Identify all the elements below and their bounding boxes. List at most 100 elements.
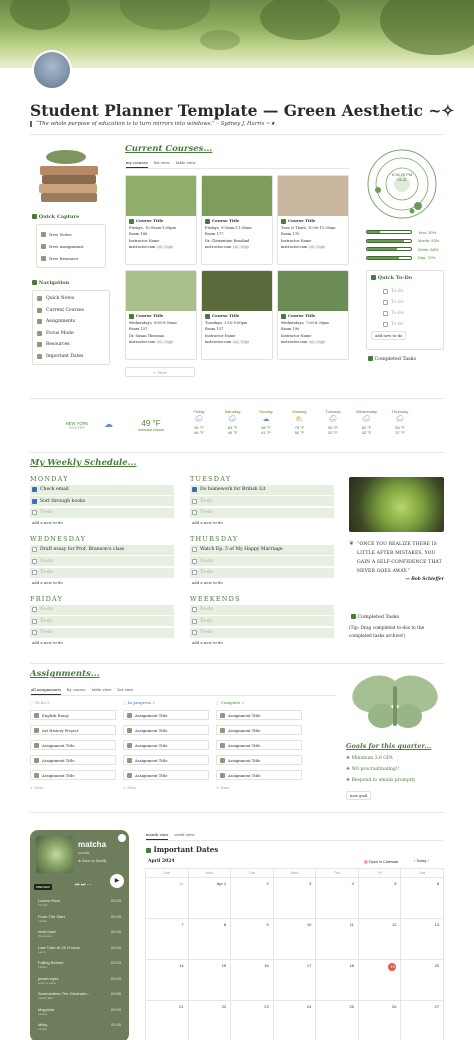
todo-item[interactable]: Do homework for British Lit [190,484,334,495]
assignment-card[interactable]: Art History Project [30,725,116,735]
new-course-button[interactable]: + New [125,367,195,377]
calendar-day[interactable]: 23 [231,1001,274,1040]
todo-item[interactable]: To-do [190,556,334,566]
add-todo-button[interactable]: add a new to-do [190,638,334,647]
add-todo-button[interactable]: add a new to-do [30,518,174,527]
calendar-day[interactable]: 9 [231,919,274,960]
weekly-completed-tasks[interactable]: Completed Tasks [351,614,399,620]
tab-all-assignments[interactable]: all assignments [31,687,61,695]
calendar-day[interactable]: 13 [401,919,445,960]
tab-by-course[interactable]: by course [67,687,86,695]
nav-item[interactable]: Assignments [37,316,105,328]
assignment-card[interactable]: Assignment Title [216,710,302,720]
todo-checkbox[interactable] [32,487,37,492]
assignment-card[interactable]: Assignment Title [30,740,116,750]
calendar-day[interactable]: 10 [273,919,317,960]
course-card[interactable]: Course Title Tues & Thurs, 10:30-11:50am… [277,175,349,265]
track-row[interactable]: Misty Laufey 02:45 [30,1022,129,1038]
calendar-day[interactable]: 22 [189,1001,232,1040]
add-todo-button[interactable]: add a new to-do [30,578,174,587]
calendar-day[interactable]: 25 [316,1001,359,1040]
assignment-card[interactable]: Assignment Title [123,755,209,765]
calendar-day[interactable]: 7 [146,919,189,960]
completed-tasks-link[interactable]: Completed Tasks [368,356,416,362]
new-assignment-button[interactable]: + New [216,785,302,790]
todo-checkbox[interactable] [32,570,37,575]
calendar-day[interactable]: 12 [358,919,402,960]
tab-month-view[interactable]: month view [146,832,169,840]
todo-item[interactable]: To-do [30,567,174,578]
calendar-day[interactable]: 3 [273,878,317,919]
todo-item[interactable]: To-do [371,319,439,330]
track-row[interactable]: Summertime The Gershwin... Laufey Ella 03:… [30,991,129,1007]
assignment-card[interactable]: Assignment Title [216,725,302,735]
course-email[interactable]: instructor.com ca/...logo [129,339,193,346]
save-on-spotify[interactable]: ⊕ Save on Spotify [78,859,106,863]
assignment-card[interactable]: Assignment Title [216,755,302,765]
calendar-day[interactable]: 31 [146,878,189,919]
new-assignment-button[interactable]: New Assignment [41,240,101,252]
nav-item[interactable]: Resources [37,339,105,351]
todo-item[interactable]: To-do [30,604,174,615]
todo-item[interactable]: To-do [30,556,174,566]
calendar-day[interactable]: 21 [146,1001,189,1040]
calendar-day[interactable]: 26 [359,1001,402,1040]
calendar-nav[interactable]: ‹ Today › [414,859,429,863]
todo-item[interactable]: To-do [30,616,174,626]
add-todo-button[interactable]: add a new to-do [190,518,334,527]
assignment-card[interactable]: Assignment Title [216,770,302,780]
course-card[interactable]: Course Title Tuesdays, 2:10-5:00pm Room … [201,270,273,360]
track-row[interactable]: Magnolia Laufey 03:09 [30,1007,129,1023]
tab-week-view[interactable]: week view [174,832,194,840]
todo-checkbox[interactable] [192,630,197,635]
new-goal-button[interactable]: new goal [346,791,372,800]
new-assignment-button[interactable]: + New [123,785,209,790]
new-assignment-button[interactable]: + New [30,785,116,790]
todo-checkbox[interactable] [32,498,37,504]
assignment-card[interactable]: Assignment Title [123,725,209,735]
track-row[interactable]: Lovers Rock TV Girl 03:33 [30,898,129,914]
todo-item[interactable]: To-do [30,627,174,638]
calendar-day[interactable]: 19 [358,960,402,1001]
calendar-day[interactable]: 20 [401,960,445,1001]
course-email[interactable]: instructor.com ca/...logo [281,339,345,346]
course-card[interactable]: Course Title Wednesdays, 7:00-8:30pm Roo… [277,270,349,360]
todo-item[interactable]: Sort through books [30,496,174,506]
add-todo-button[interactable]: add new to-do [371,331,407,340]
calendar-day[interactable]: 24 [274,1001,317,1040]
todo-checkbox[interactable] [32,630,37,635]
todo-item[interactable]: To-do [190,507,334,518]
track-row[interactable]: Falling Behind Laufey 02:53 [30,960,129,976]
spotify-icon[interactable] [118,834,126,842]
todo-checkbox[interactable] [32,558,37,564]
nav-item[interactable]: Current Courses [37,305,105,317]
todo-checkbox[interactable] [192,487,197,492]
todo-checkbox[interactable] [383,289,388,294]
new-resource-button[interactable]: New Resource [41,252,101,264]
calendar-day[interactable]: 6 [401,878,445,919]
todo-item[interactable]: Check email [30,484,174,495]
todo-checkbox[interactable] [192,558,197,564]
todo-checkbox[interactable] [32,547,37,552]
todo-checkbox[interactable] [383,311,388,316]
assignment-card[interactable]: Assignment Title [30,770,116,780]
track-row[interactable]: peach eyes wave to earth 03:00 [30,976,129,992]
calendar-day[interactable]: 27 [401,1001,445,1040]
assignment-card[interactable]: Assignment Title [216,740,302,750]
todo-item[interactable]: To-do [190,604,334,615]
course-card[interactable]: Course Title Fridays, 9:00am-11:30am Roo… [201,175,273,265]
todo-checkbox[interactable] [32,510,37,515]
assignment-card[interactable]: Assignment Title [123,740,209,750]
calendar-day[interactable]: 17 [273,960,317,1001]
calendar-day[interactable]: 8 [188,919,232,960]
todo-checkbox[interactable] [32,618,37,624]
track-row[interactable]: Last Train At 25 O'clock Lamp 04:03 [30,945,129,961]
course-card[interactable]: Course Title Fridays, 10:00am-1:00pm Roo… [125,175,197,265]
calendar-day[interactable]: 2 [231,878,274,919]
todo-item[interactable]: To-do [190,627,334,638]
todo-item[interactable]: Watch Ep. 5 of My Happy Marriage [190,544,334,555]
todo-checkbox[interactable] [192,510,197,515]
nav-item[interactable]: Important Dates [37,351,105,363]
todo-item[interactable]: To-do [190,496,334,506]
todo-checkbox[interactable] [192,618,197,624]
